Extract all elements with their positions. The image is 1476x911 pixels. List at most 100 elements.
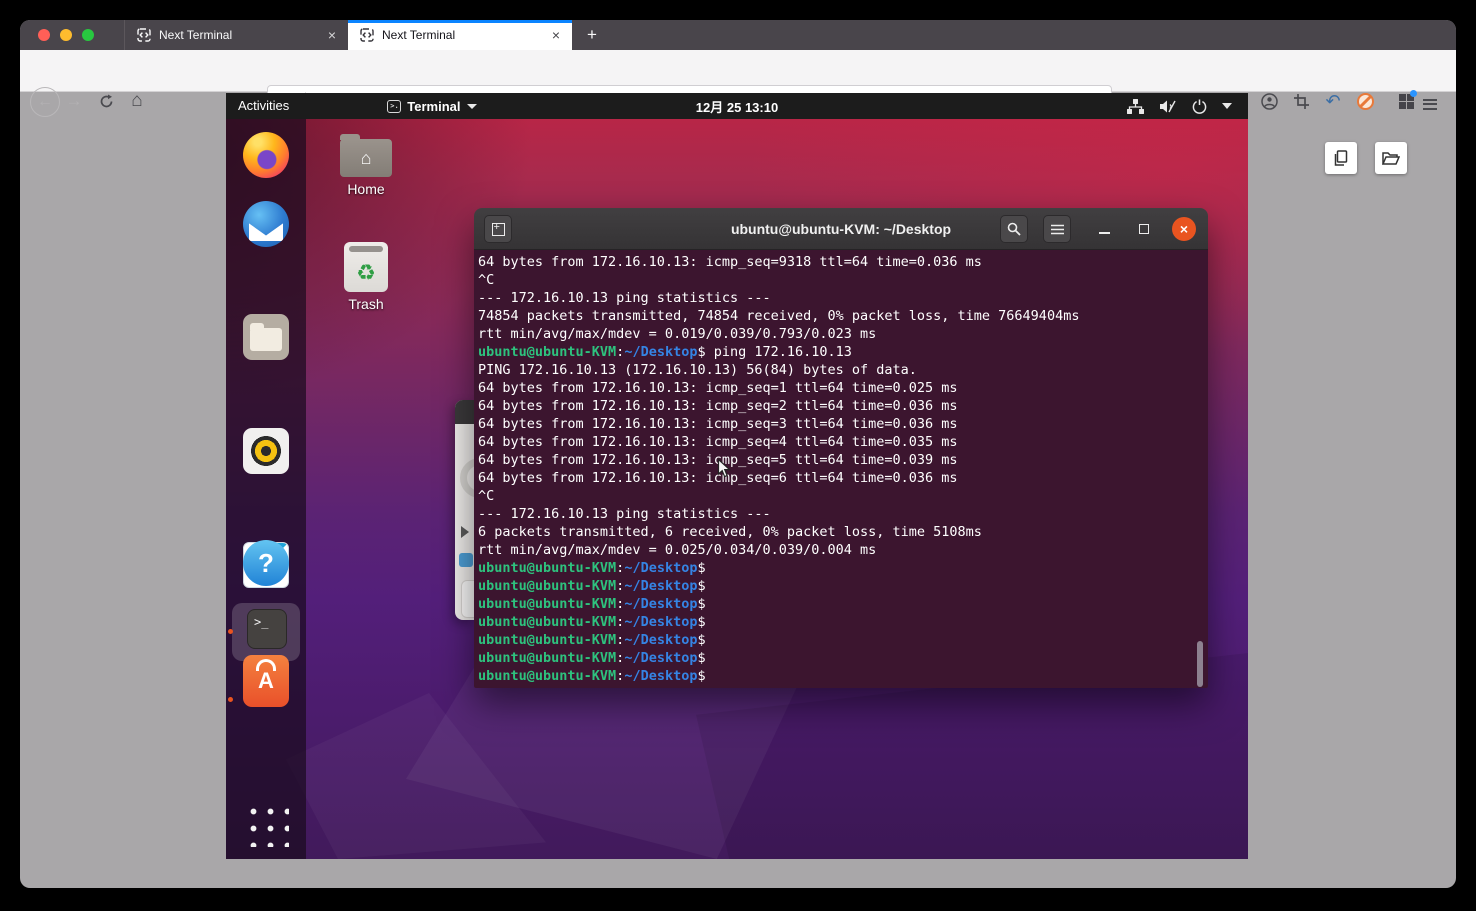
home-button[interactable]: ⌂ <box>121 85 153 117</box>
terminal-mini-icon: >. <box>387 100 401 113</box>
app-menu-terminal[interactable]: >. Terminal <box>387 99 476 114</box>
trash-icon: ♻ <box>344 242 388 292</box>
terminal-line: ubuntu@ubuntu-KVM:~/Desktop$ <box>478 667 1208 685</box>
terminal-line: ^C <box>478 271 1208 289</box>
terminal-menu-button[interactable] <box>1043 215 1071 243</box>
dock-ubuntu-software[interactable]: A <box>243 655 289 707</box>
browser-toolbar: ← → ⌂ l <box>20 50 1456 92</box>
remote-files-button[interactable] <box>1375 142 1407 174</box>
terminal-line: 64 bytes from 172.16.10.13: icmp_seq=3 t… <box>478 415 1208 433</box>
terminal-line: ^C <box>478 487 1208 505</box>
terminal-line: 64 bytes from 172.16.10.13: icmp_seq=5 t… <box>478 451 1208 469</box>
tab-close-icon[interactable]: × <box>552 28 560 42</box>
terminal-line: 64 bytes from 172.16.10.13: icmp_seq=2 t… <box>478 397 1208 415</box>
terminal-line: --- 172.16.10.13 ping statistics --- <box>478 289 1208 307</box>
terminal-line: ubuntu@ubuntu-KVM:~/Desktop$ <box>478 613 1208 631</box>
home-folder-icon: ⌂ <box>340 139 392 177</box>
new-tab-icon <box>492 223 505 236</box>
back-arrow-icon: ← <box>37 93 53 111</box>
gnome-topbar: Activities >. Terminal 12月 25 13:10 <box>226 93 1248 119</box>
tab-favicon-icon <box>360 28 374 42</box>
traffic-zoom-button[interactable] <box>82 29 94 41</box>
dock-files[interactable] <box>243 314 289 360</box>
desktop-icon-home[interactable]: ⌂ Home <box>340 139 392 197</box>
traffic-close-button[interactable] <box>38 29 50 41</box>
power-icon <box>1192 99 1207 114</box>
volume-muted-icon <box>1159 99 1177 114</box>
tab-close-icon[interactable]: × <box>328 28 336 42</box>
terminal-line: PING 172.16.10.13 (172.16.10.13) 56(84) … <box>478 361 1208 379</box>
terminal-line: 64 bytes from 172.16.10.13: icmp_seq=931… <box>478 253 1208 271</box>
home-label: Home <box>321 181 411 197</box>
terminal-line: rtt min/avg/max/mdev = 0.025/0.034/0.039… <box>478 541 1208 559</box>
forward-button[interactable]: → <box>58 85 90 117</box>
expander-arrow-icon <box>461 526 469 538</box>
terminal-window[interactable]: ubuntu@ubuntu-KVM: ~/Desktop × 64 bytes … <box>474 208 1208 688</box>
dock-help[interactable]: ? <box>243 540 289 586</box>
network-icon <box>1127 99 1144 114</box>
terminal-new-tab-button[interactable] <box>484 215 512 243</box>
terminal-line: ubuntu@ubuntu-KVM:~/Desktop$ ping 172.16… <box>478 343 1208 361</box>
desktop-icon-trash[interactable]: ♻ Trash <box>344 242 388 312</box>
hamburger-icon <box>1051 224 1064 235</box>
traffic-minimize-button[interactable] <box>60 29 72 41</box>
search-icon <box>1007 222 1021 236</box>
minimize-icon <box>1099 232 1110 234</box>
terminal-close-button[interactable]: × <box>1172 217 1196 241</box>
dock: A ? >_ A <box>226 119 306 859</box>
background-window[interactable] <box>455 400 475 620</box>
browser-tabbar: Next Terminal × Next Terminal × + <box>20 20 1456 50</box>
reload-icon <box>99 94 114 109</box>
background-window-badge-icon <box>459 553 473 567</box>
browser-tab-1[interactable]: Next Terminal × <box>124 20 348 50</box>
tab-title: Next Terminal <box>382 28 544 42</box>
terminal-line: 64 bytes from 172.16.10.13: icmp_seq=4 t… <box>478 433 1208 451</box>
terminal-line: ubuntu@ubuntu-KVM:~/Desktop$ <box>478 631 1208 649</box>
dock-show-applications[interactable] <box>243 801 289 847</box>
browser-tab-2-active[interactable]: Next Terminal × <box>348 20 572 50</box>
terminal-line: ubuntu@ubuntu-KVM:~/Desktop$ <box>478 595 1208 613</box>
terminal-scrollbar[interactable] <box>1197 641 1203 687</box>
close-icon: × <box>1180 221 1188 237</box>
terminal-search-button[interactable] <box>1000 215 1028 243</box>
open-folder-icon <box>1382 151 1400 165</box>
mouse-cursor <box>717 458 732 479</box>
dock-rhythmbox[interactable] <box>243 428 289 474</box>
maximize-icon <box>1139 224 1149 234</box>
blocked-icon[interactable] <box>1350 85 1380 117</box>
remote-desktop[interactable]: Activities >. Terminal 12月 25 13:10 <box>226 93 1248 859</box>
terminal-output[interactable]: 64 bytes from 172.16.10.13: icmp_seq=931… <box>474 250 1208 688</box>
remote-clipboard-button[interactable] <box>1325 142 1357 174</box>
tab-title: Next Terminal <box>159 28 320 42</box>
dock-firefox[interactable] <box>243 132 289 178</box>
terminal-line: --- 172.16.10.13 ping statistics --- <box>478 505 1208 523</box>
terminal-line: 64 bytes from 172.16.10.13: icmp_seq=1 t… <box>478 379 1208 397</box>
terminal-minimize-button[interactable] <box>1090 215 1118 243</box>
browser-window: Next Terminal × Next Terminal × + ← → <box>20 20 1456 888</box>
background-window-spinner <box>460 458 475 498</box>
notification-dot <box>1410 90 1417 97</box>
menu-icon[interactable] <box>1423 85 1453 117</box>
activities-button[interactable]: Activities <box>226 93 301 119</box>
undo-icon[interactable]: ↶ <box>1318 85 1348 117</box>
background-window-button[interactable] <box>461 580 475 618</box>
running-dot <box>228 629 233 634</box>
screen: Next Terminal × Next Terminal × + ← → <box>0 0 1476 911</box>
screenshot-icon[interactable] <box>1286 85 1316 117</box>
extension-icon[interactable] <box>1391 85 1421 117</box>
dock-thunderbird[interactable] <box>243 201 289 247</box>
clock[interactable]: 12月 25 13:10 <box>226 97 1248 116</box>
account-icon[interactable] <box>1254 85 1284 117</box>
back-button[interactable]: ← <box>30 87 60 117</box>
terminal-maximize-button[interactable] <box>1130 215 1158 243</box>
forward-arrow-icon: → <box>66 91 83 111</box>
reload-button[interactable] <box>90 85 122 117</box>
terminal-titlebar[interactable]: ubuntu@ubuntu-KVM: ~/Desktop × <box>474 208 1208 250</box>
home-icon: ⌂ <box>131 90 142 112</box>
terminal-line: 64 bytes from 172.16.10.13: icmp_seq=6 t… <box>478 469 1208 487</box>
new-tab-button[interactable]: + <box>580 23 604 47</box>
trash-label: Trash <box>321 296 411 312</box>
caret-down-icon <box>1222 103 1232 109</box>
system-tray[interactable] <box>1127 99 1248 114</box>
dock-terminal[interactable]: >_ <box>247 609 287 649</box>
